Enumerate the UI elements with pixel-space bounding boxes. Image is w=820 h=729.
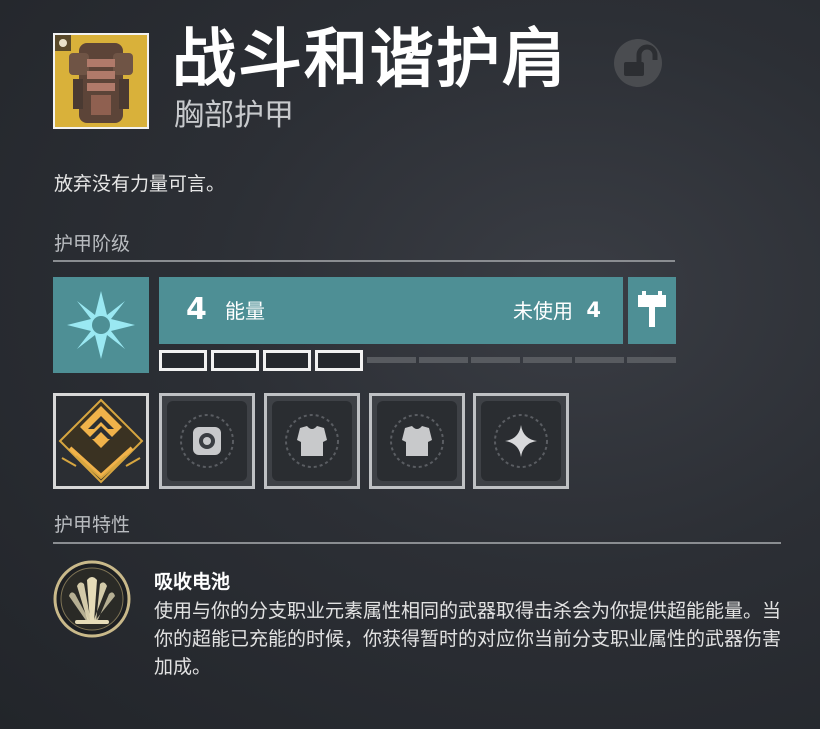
energy-pip-empty: [523, 357, 572, 363]
energy-pip-empty: [627, 357, 676, 363]
energy-pip-filled: [315, 350, 363, 371]
energy-pip-filled: [211, 350, 259, 371]
perk-fan-icon[interactable]: [53, 560, 131, 638]
energy-pip-empty: [471, 357, 520, 363]
mod-socket[interactable]: [264, 393, 360, 489]
artifice-armor-icon: [58, 398, 144, 484]
item-name: 战斗和谐护肩: [172, 23, 568, 97]
general-mod-socket-icon: [180, 414, 234, 468]
class-icon: [628, 277, 676, 344]
section-title-armor-perks: 护甲特性: [54, 514, 131, 536]
void-star-icon: [67, 291, 135, 359]
mod-socket[interactable]: [159, 393, 255, 489]
sparkle-mod-socket-icon: [494, 414, 548, 468]
energy-pip-empty: [575, 357, 624, 363]
titan-hammer-icon: [638, 291, 666, 327]
unused-energy-label: 未使用: [513, 299, 573, 323]
energy-bar: 4 能量 未使用 4: [159, 277, 623, 344]
element-icon[interactable]: [53, 277, 149, 373]
mod-socket[interactable]: [473, 393, 569, 489]
item-type: 胸部护甲: [174, 98, 294, 133]
section-divider: [53, 260, 675, 262]
energy-value: 4: [186, 292, 207, 327]
energy-pip-empty: [419, 357, 468, 363]
section-divider: [53, 542, 781, 544]
chest-mod-socket-icon: [285, 414, 339, 468]
item-icon: [53, 33, 149, 129]
flavor-text: 放弃没有力量可言。: [54, 173, 226, 195]
section-title-armor-tier: 护甲阶级: [54, 233, 131, 255]
mod-socket[interactable]: [369, 393, 465, 489]
perk-description: 使用与你的分支职业元素属性相同的武器取得击杀会为你提供超能能量。当你的超能已充能…: [154, 600, 782, 678]
energy-pip-empty: [367, 357, 416, 363]
unlocked-icon[interactable]: [613, 38, 663, 88]
chest-mod-socket-icon: [390, 414, 444, 468]
energy-pip-filled: [263, 350, 311, 371]
artifice-armor-socket[interactable]: [53, 393, 149, 489]
unused-energy-value: 4: [586, 298, 601, 322]
energy-label: 能量: [225, 299, 265, 323]
energy-pip-filled: [159, 350, 207, 371]
perk-name: 吸收电池: [154, 571, 231, 593]
